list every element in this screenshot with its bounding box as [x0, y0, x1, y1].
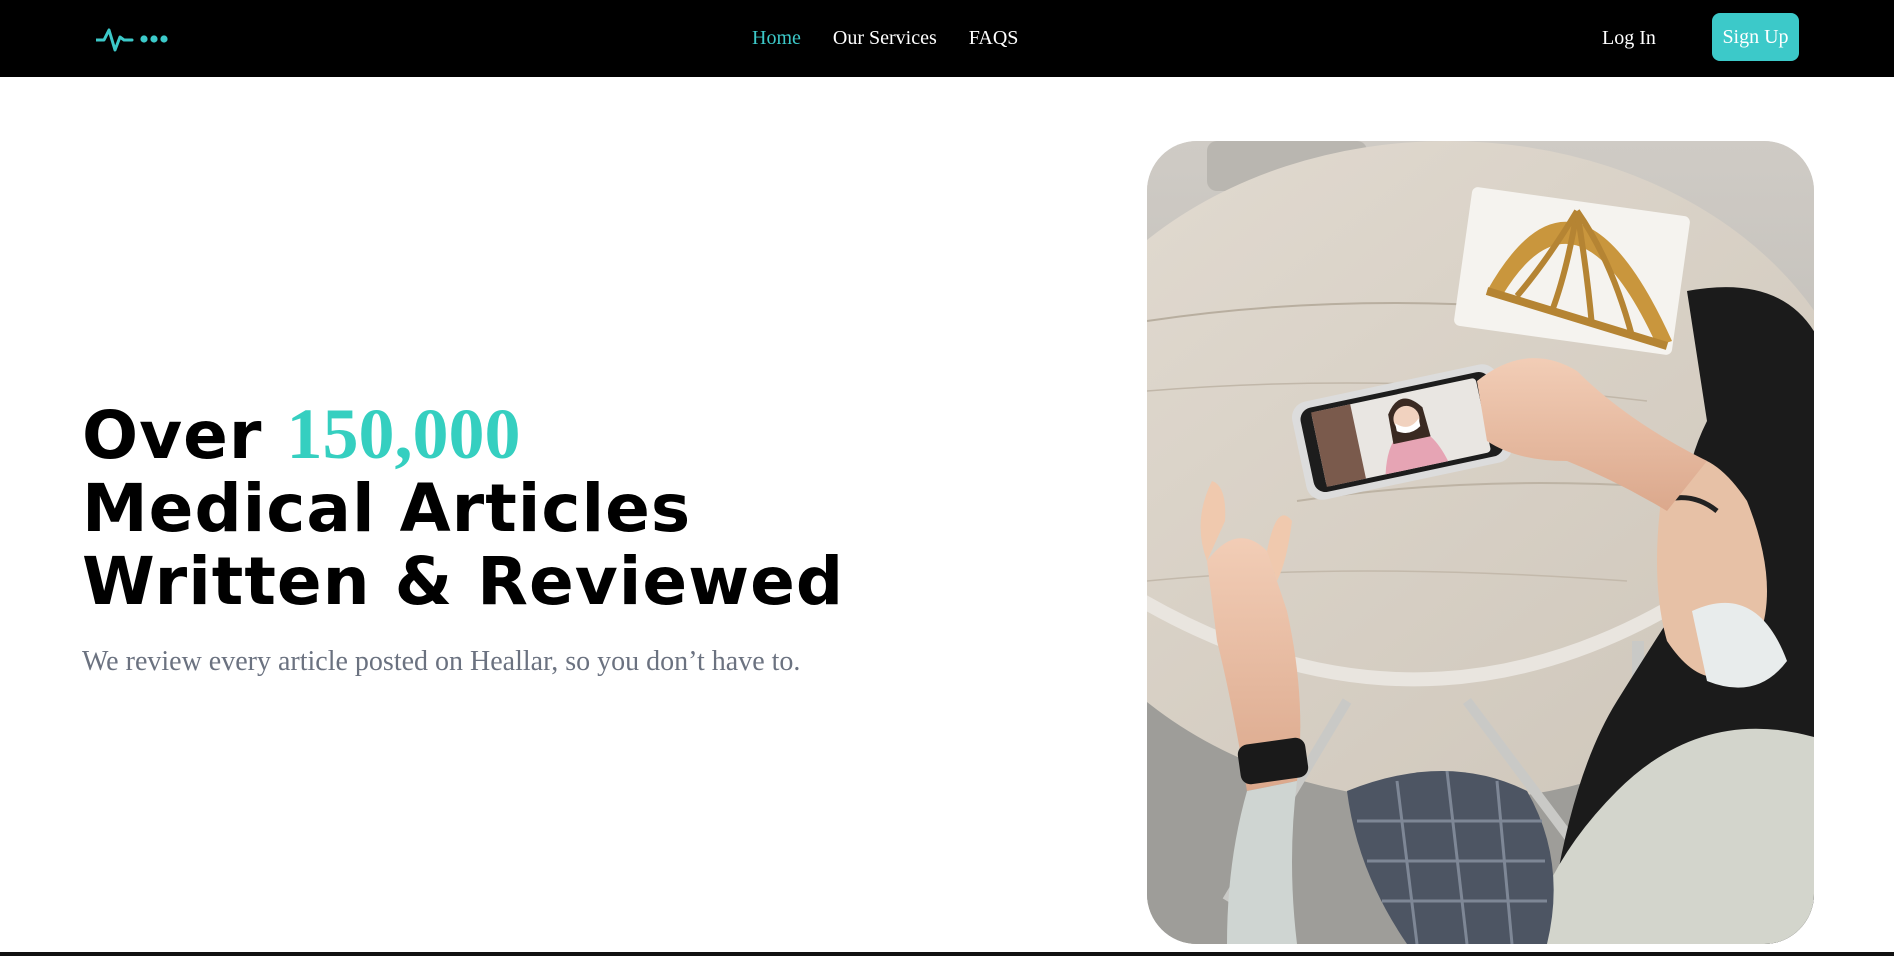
hero-title-line3: Written & Reviewed [82, 543, 845, 620]
navbar: Home Our Services FAQS Log In Sign Up [0, 0, 1894, 77]
hero-photo-illustration [1147, 141, 1814, 944]
hero-title: Over 150,000 Medical Articles Written & … [82, 397, 845, 620]
hero-image [1147, 141, 1814, 944]
login-link[interactable]: Log In [1602, 0, 1656, 77]
nav-our-services-link[interactable]: Our Services [833, 27, 937, 50]
bottom-divider [0, 952, 1894, 956]
heartbeat-logo-icon[interactable] [96, 24, 172, 54]
hero-title-line2: Medical Articles [82, 470, 692, 547]
hero-subtitle: We review every article posted on Healla… [82, 646, 801, 677]
hero-title-prefix: Over [82, 397, 263, 474]
main-nav: Home Our Services FAQS [752, 0, 1018, 77]
nav-faqs-link[interactable]: FAQS [969, 27, 1019, 50]
signup-button[interactable]: Sign Up [1712, 13, 1799, 61]
hero-title-number: 150,000 [286, 394, 521, 474]
nav-home-link[interactable]: Home [752, 27, 801, 50]
